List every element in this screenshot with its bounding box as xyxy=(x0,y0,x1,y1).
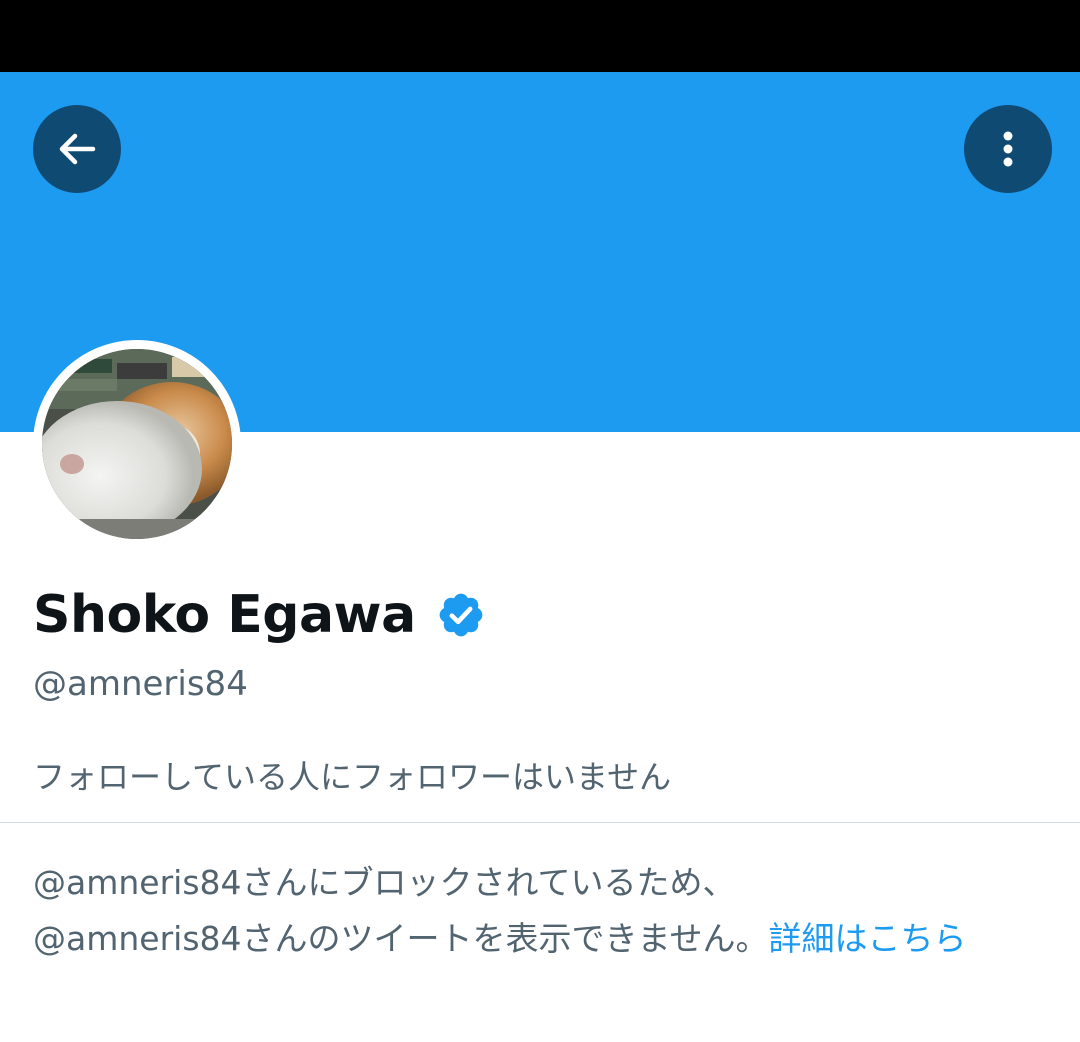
vertical-ellipsis-icon xyxy=(1003,131,1013,167)
user-handle: @amneris84 xyxy=(33,664,248,704)
learn-more-link[interactable]: 詳細はこちら xyxy=(769,919,967,958)
status-bar xyxy=(0,0,1080,72)
blocked-message-line2: @amneris84さんのツイートを表示できません。 xyxy=(33,919,769,958)
back-button[interactable] xyxy=(33,105,121,193)
arrow-left-icon xyxy=(59,133,96,165)
followers-you-know-note: フォローしている人にフォロワーはいません xyxy=(33,758,672,796)
avatar[interactable] xyxy=(33,340,241,548)
profile-page: Shoko Egawa @amneris84 フォローしている人にフォロワーはい… xyxy=(0,0,1080,1042)
avatar-image xyxy=(42,349,232,539)
verified-badge-icon xyxy=(439,593,483,637)
blocked-message: @amneris84さんにブロックされているため、 @amneris84さんのツ… xyxy=(33,855,1043,967)
divider xyxy=(0,822,1080,823)
blocked-message-line1: @amneris84さんにブロックされているため、 xyxy=(33,863,736,902)
display-name-row: Shoko Egawa xyxy=(33,580,486,650)
display-name: Shoko Egawa xyxy=(33,585,416,645)
more-options-button[interactable] xyxy=(964,105,1052,193)
